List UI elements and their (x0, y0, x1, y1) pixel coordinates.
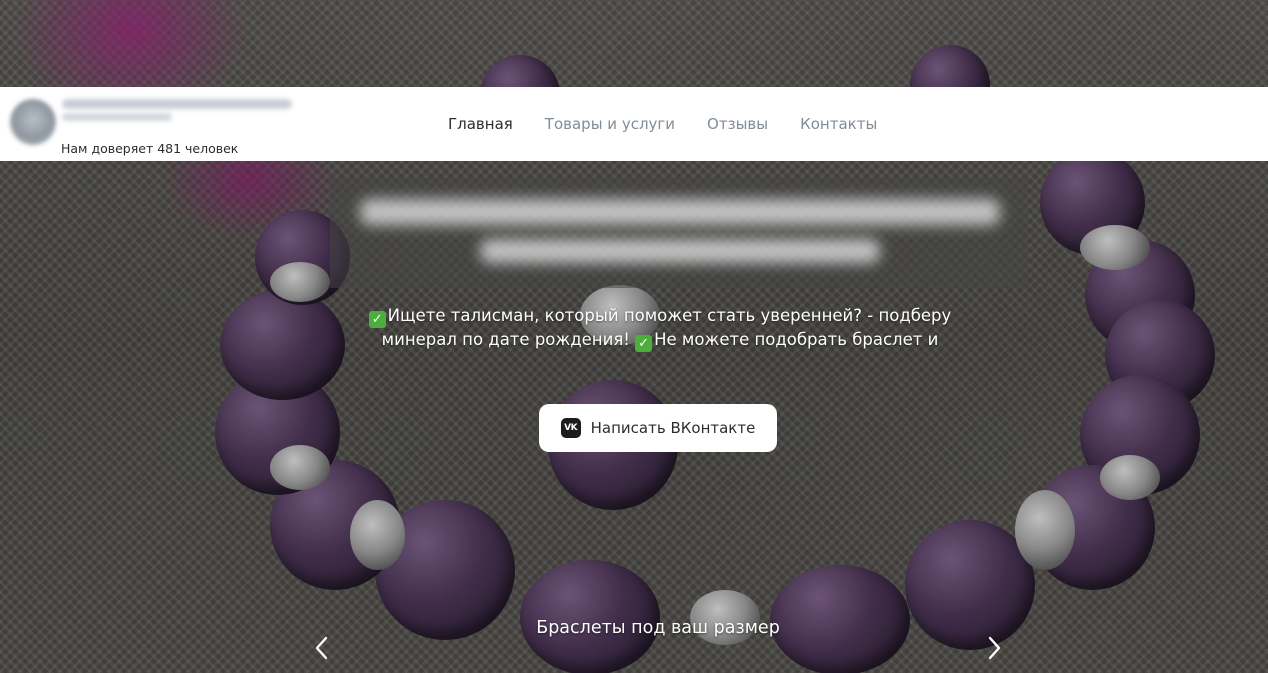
page: Нам доверяет 481 человек Главная Товары … (0, 0, 1268, 673)
community-brand[interactable]: Нам доверяет 481 человек (8, 95, 298, 156)
slider-next-button[interactable] (981, 634, 1007, 662)
check-mark-icon: ✓ (635, 335, 653, 352)
write-vk-button-label: Написать ВКонтакте (590, 419, 756, 437)
main-nav: Главная Товары и услуги Отзывы Контакты (432, 87, 893, 161)
slider-prev-button[interactable] (309, 634, 335, 662)
hero-description: ✓ Ищете талисман, который поможет стать у… (360, 304, 960, 352)
description-line-2: минерал по дате рождения! ✓ Не можете под… (381, 330, 939, 352)
community-name-blurred (62, 99, 292, 109)
write-vk-button[interactable]: VK Написать ВКонтакте (539, 404, 777, 452)
chevron-left-icon (315, 636, 328, 660)
hero-title-blurred (330, 177, 1027, 288)
nav-item-reviews[interactable]: Отзывы (691, 115, 784, 133)
check-mark-icon: ✓ (368, 311, 386, 328)
trust-counter: Нам доверяет 481 человек (61, 141, 239, 156)
nav-item-products[interactable]: Товары и услуги (529, 115, 691, 133)
nav-item-contacts[interactable]: Контакты (784, 115, 893, 133)
slide-caption: Браслеты под ваш размер (536, 618, 780, 638)
community-avatar[interactable] (10, 99, 56, 145)
header-bar: Нам доверяет 481 человек Главная Товары … (0, 87, 1268, 161)
community-subtitle-blurred (62, 113, 172, 121)
description-line-1: ✓ Ищете талисман, который поможет стать у… (360, 304, 960, 328)
chevron-right-icon (988, 636, 1001, 660)
nav-item-home[interactable]: Главная (432, 115, 529, 133)
vk-logo-icon: VK (560, 418, 581, 438)
